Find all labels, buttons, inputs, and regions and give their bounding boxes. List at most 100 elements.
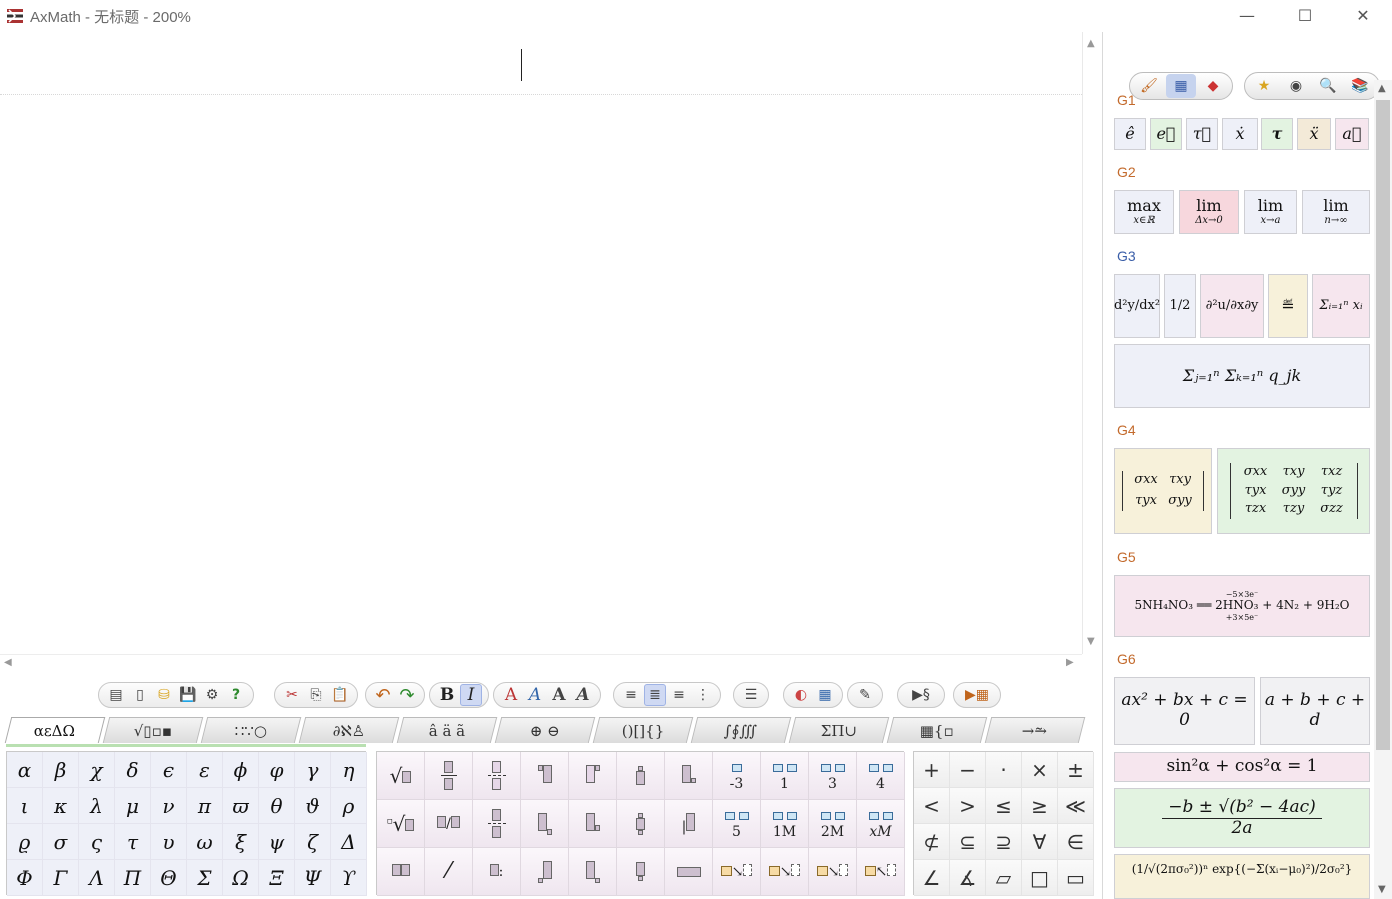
tag-icon[interactable]: ◆: [1198, 74, 1228, 98]
greek-letter-key[interactable]: Λ: [79, 860, 115, 896]
settings-gear-icon[interactable]: ⚙: [201, 684, 223, 706]
insert-symbol-icon[interactable]: ▶§: [904, 684, 938, 706]
tab-templates[interactable]: √▯▫▪: [102, 717, 204, 743]
operator-key[interactable]: ⊇: [986, 824, 1022, 860]
greek-letter-key[interactable]: κ: [43, 788, 79, 824]
greek-letter-key[interactable]: δ: [115, 752, 151, 788]
operator-key[interactable]: −: [950, 752, 986, 788]
formula-matrix-3x3[interactable]: σxx τxy τxz τyx σyy τyz τzx τzy σzz: [1217, 448, 1370, 534]
greek-letter-key[interactable]: Ω: [223, 860, 259, 896]
formula-defined-equal[interactable]: ≝: [1268, 274, 1308, 338]
operator-key[interactable]: ∈: [1058, 824, 1094, 860]
greek-letter-key[interactable]: Σ: [187, 860, 223, 896]
greek-letter-key[interactable]: π: [187, 788, 223, 824]
formula-one-half[interactable]: 1/2: [1164, 274, 1196, 338]
bar-template[interactable]: |: [665, 800, 713, 848]
greek-letter-key[interactable]: α: [7, 752, 43, 788]
greek-letter-key[interactable]: ϵ: [151, 752, 187, 788]
tab-accents[interactable]: â ä ã: [396, 717, 498, 743]
slash-fraction-template[interactable]: /: [425, 800, 473, 848]
scroll-right-icon[interactable]: ▶: [1066, 657, 1074, 668]
greek-letter-key[interactable]: τ: [115, 824, 151, 860]
formula-second-derivative[interactable]: d²y/dx²: [1114, 274, 1160, 338]
nested-fraction-template[interactable]: [377, 848, 425, 896]
copy-icon[interactable]: ⎘: [305, 684, 327, 706]
close-button[interactable]: ✕: [1334, 0, 1392, 30]
tab-integrals[interactable]: ∫∮∭: [690, 717, 792, 743]
editor-horizontal-scrollbar[interactable]: ◀ ▶: [0, 654, 1082, 672]
formula-lim-n-infinity[interactable]: lim n→∞: [1302, 190, 1370, 234]
library-icon[interactable]: ▶▦: [960, 684, 994, 706]
greek-letter-key[interactable]: ω: [187, 824, 223, 860]
greek-letter-key[interactable]: Ψ: [295, 860, 331, 896]
operator-key[interactable]: ∠: [914, 860, 950, 896]
font-bold-italic-a-icon[interactable]: A: [572, 684, 594, 706]
prescript-1m-template[interactable]: 1M: [761, 800, 809, 848]
greek-letter-key[interactable]: γ: [295, 752, 331, 788]
font-italic-a-icon[interactable]: A: [524, 684, 546, 706]
font-color-a-icon[interactable]: A: [500, 684, 522, 706]
save-icon[interactable]: 💾: [177, 684, 199, 706]
favorite-star-icon[interactable]: ★: [1249, 74, 1279, 98]
greek-letter-key[interactable]: ϑ: [295, 788, 331, 824]
operator-key[interactable]: ≥: [1022, 788, 1058, 824]
greek-letter-key[interactable]: Ξ: [259, 860, 295, 896]
formula-quadratic[interactable]: ax² + bx + c = 0: [1114, 677, 1255, 745]
cut-icon[interactable]: ✂: [281, 684, 303, 706]
greek-letter-key[interactable]: Δ: [331, 824, 367, 860]
edit-pen-icon[interactable]: ✎: [854, 684, 876, 706]
nth-root-template[interactable]: ▫√: [377, 800, 425, 848]
formula-lim-x-a[interactable]: lim x→a: [1244, 190, 1297, 234]
operator-key[interactable]: ⊄: [914, 824, 950, 860]
scroll-up-icon[interactable]: ▲: [1378, 83, 1386, 94]
scroll-down-icon[interactable]: ▼: [1378, 884, 1386, 895]
list-format-icon[interactable]: ☰: [740, 684, 762, 706]
operator-key[interactable]: <: [914, 788, 950, 824]
books-icon[interactable]: 📚: [1345, 74, 1375, 98]
align-right-icon[interactable]: ≡: [668, 684, 690, 706]
greek-letter-key[interactable]: θ: [259, 788, 295, 824]
under-template[interactable]: [617, 848, 665, 896]
brush-icon[interactable]: 🖌: [1134, 74, 1164, 98]
formula-braces[interactable]: a + b + c + d: [1260, 677, 1370, 745]
minimize-button[interactable]: —: [1218, 0, 1276, 30]
font-bold-a-icon[interactable]: A: [548, 684, 570, 706]
greek-letter-key[interactable]: ι: [7, 788, 43, 824]
under-over-template[interactable]: [617, 800, 665, 848]
greek-letter-key[interactable]: ς: [79, 824, 115, 860]
greek-letter-key[interactable]: ϕ: [223, 752, 259, 788]
tab-matrices[interactable]: ▦{▫: [886, 717, 988, 743]
superscript-left-template[interactable]: [521, 752, 569, 800]
greek-letter-key[interactable]: ν: [151, 788, 187, 824]
search-icon[interactable]: 🔍: [1313, 74, 1343, 98]
bold-button[interactable]: B: [436, 684, 458, 706]
align-center-icon[interactable]: ≣: [644, 684, 666, 706]
equation-editor[interactable]: [0, 32, 1082, 654]
color-wheel-icon[interactable]: ◐: [790, 684, 812, 706]
tab-greek[interactable]: αεΔΩ: [4, 717, 106, 743]
scroll-left-icon[interactable]: ◀: [4, 657, 12, 668]
formula-gaussian[interactable]: (1/√(2πσ₀²))ⁿ exp{(−Σ(xᵢ−μ₀)²)/2σ₀²}: [1114, 854, 1370, 899]
greek-letter-key[interactable]: λ: [79, 788, 115, 824]
formula-double-sum[interactable]: Σⱼ₌₁ⁿ Σₖ₌₁ⁿ q_jk: [1114, 344, 1370, 408]
over-template[interactable]: [617, 752, 665, 800]
greek-letter-key[interactable]: ε: [187, 752, 223, 788]
greek-letter-key[interactable]: μ: [115, 788, 151, 824]
greek-letter-key[interactable]: χ: [79, 752, 115, 788]
greek-letter-key[interactable]: ζ: [295, 824, 331, 860]
greek-letter-key[interactable]: ϒ: [331, 860, 367, 896]
help-icon[interactable]: ?: [225, 684, 247, 706]
sqrt-template[interactable]: √: [377, 752, 425, 800]
formula-sum-xi[interactable]: Σᵢ₌₁ⁿ xᵢ: [1312, 274, 1370, 338]
prescript-1-template[interactable]: 1: [761, 752, 809, 800]
greek-letter-key[interactable]: Π: [115, 860, 151, 896]
tab-dots[interactable]: ∷∵○: [200, 717, 302, 743]
prescript-3-template[interactable]: 3: [809, 752, 857, 800]
greek-letter-key[interactable]: ρ: [331, 788, 367, 824]
formula-vector-a[interactable]: a⃗: [1335, 118, 1369, 150]
stacked-fraction-template[interactable]: [473, 752, 521, 800]
prescript-xm-template[interactable]: xM: [857, 800, 905, 848]
prescript-neg3-template[interactable]: -3: [713, 752, 761, 800]
greek-letter-key[interactable]: η: [331, 752, 367, 788]
tab-arrows[interactable]: →⥲: [984, 717, 1086, 743]
